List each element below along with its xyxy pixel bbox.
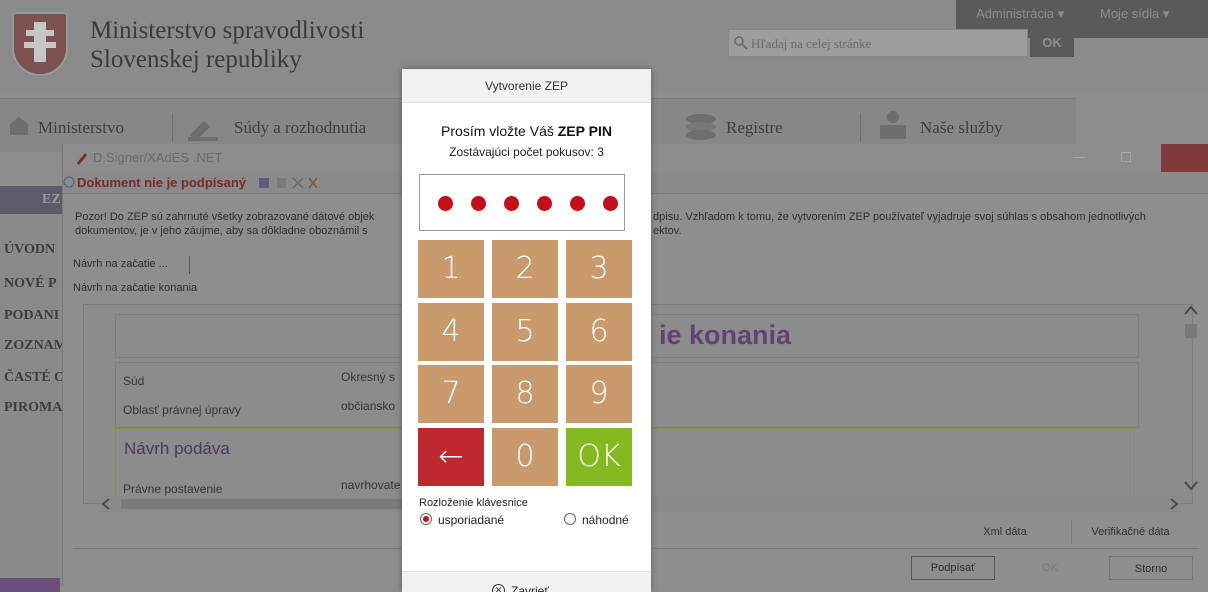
notice-text: ektov. <box>653 225 682 237</box>
backspace-key[interactable]: ← <box>418 428 484 486</box>
left-menu-item[interactable]: ČASTÉ O <box>4 370 65 386</box>
left-menu-item[interactable]: PIROMA <box>4 400 62 416</box>
ez-box: EZ <box>0 186 62 214</box>
key-2[interactable]: 2 <box>492 240 558 298</box>
close-window-button[interactable] <box>1161 144 1208 172</box>
maximize-icon[interactable] <box>1121 152 1131 162</box>
site-title[interactable]: Ministerstvo spravodlivosti Slovenskej r… <box>90 16 364 74</box>
site-title-line1: Ministerstvo spravodlivosti <box>90 17 365 44</box>
dialog-title: Vytvorenie ZEP <box>402 69 651 103</box>
pin-dot <box>537 196 552 211</box>
key-9[interactable]: 9 <box>566 365 632 423</box>
key-5[interactable]: 5 <box>492 303 558 361</box>
coat-of-arms-icon <box>12 12 68 76</box>
minimize-icon[interactable] <box>1073 157 1085 158</box>
key-7[interactable]: 7 <box>418 365 484 423</box>
document-tab[interactable]: Návrh na začatie ... <box>73 258 168 270</box>
keyboard-layout-label: Rozloženie klávesnice <box>419 497 528 509</box>
home-icon <box>10 117 28 135</box>
site-left-menu: ÚVODN NOVÉ P PODANI ZOZNAM ČASTÉ O PIROM… <box>0 186 67 586</box>
signer-window-title: D.Signer/XAdES .NET <box>93 150 223 165</box>
books-icon <box>686 114 716 140</box>
info-icon <box>63 176 75 188</box>
vertical-scrollbar[interactable] <box>1179 284 1203 514</box>
site-title-line2: Slovenskej republiky <box>90 46 302 73</box>
pin-prompt: Prosím vložte Váš ZEP PIN <box>402 123 651 139</box>
my-sites-menu[interactable]: Moje sídla ▾ <box>1100 6 1169 22</box>
pin-dot <box>471 196 486 211</box>
key-6[interactable]: 6 <box>566 303 632 361</box>
xml-data-button[interactable]: Xml dáta <box>967 520 1043 544</box>
radio-random[interactable] <box>564 513 576 525</box>
pin-prompt-bold: ZEP PIN <box>557 123 612 139</box>
key-8[interactable]: 8 <box>492 365 558 423</box>
admin-menu[interactable]: Administrácia ▾ <box>976 6 1064 22</box>
key-3[interactable]: 3 <box>566 240 632 298</box>
nav-registre[interactable]: Registre <box>726 118 783 138</box>
pin-dot <box>570 196 585 211</box>
nav-sluzby[interactable]: Naše služby <box>920 118 1003 138</box>
scroll-up-icon[interactable] <box>1183 304 1199 316</box>
pin-prompt-text: Prosím vložte Váš <box>441 123 558 139</box>
ez-label: EZ <box>42 192 61 207</box>
signature-status: Dokument nie je podpísaný <box>77 175 247 190</box>
field-value: navrhovate <box>341 478 401 492</box>
left-menu-item[interactable]: NOVÉ P <box>4 276 57 292</box>
services-icon <box>880 111 906 139</box>
pin-input[interactable] <box>419 174 625 231</box>
scroll-left-icon[interactable] <box>101 498 111 510</box>
search-placeholder: Hľadaj na celej stránke <box>751 36 872 51</box>
key-4[interactable]: 4 <box>418 303 484 361</box>
pin-dot <box>438 196 453 211</box>
radio-random-label[interactable]: náhodné <box>582 513 629 527</box>
document-heading: ie konania <box>659 320 792 350</box>
left-menu-item[interactable]: ÚVODN <box>4 242 55 258</box>
field-value: Okresný s <box>341 370 396 384</box>
radio-ordered-label[interactable]: usporiadané <box>438 513 504 527</box>
radio-ordered[interactable] <box>420 513 432 525</box>
field-label: Oblasť právnej úpravy <box>123 403 241 417</box>
notice-text: dokumentov, je v jeho záujme, aby sa dôk… <box>75 225 368 237</box>
field-value: občiansko <box>341 399 396 413</box>
sign-button[interactable]: Podpísať <box>911 556 995 580</box>
toolbar-icons[interactable] <box>259 176 319 190</box>
search-input[interactable]: Hľadaj na celej stránke <box>728 29 1028 57</box>
search-button[interactable]: OK <box>1030 29 1074 57</box>
dialog-footer[interactable]: ✕ Zavrieť <box>402 571 651 592</box>
close-button[interactable]: Zavrieť <box>511 584 549 592</box>
notice-text: Pozor! Do ZEP sú zahrnuté všetky zobrazo… <box>75 211 375 223</box>
section-heading: Návrh podáva <box>124 439 230 458</box>
nav-ministerstvo[interactable]: Ministerstvo <box>38 118 124 138</box>
search-icon <box>734 36 748 50</box>
left-menu-item[interactable]: PODANI <box>4 308 59 324</box>
zep-pin-dialog: Vytvorenie ZEP Prosím vložte Váš ZEP PIN… <box>402 69 651 592</box>
ok-button[interactable]: OK <box>1009 556 1091 580</box>
notice-text: dpisu. Vzhľadom k tomu, že vytvorením ZE… <box>653 211 1146 223</box>
key-1[interactable]: 1 <box>418 240 484 298</box>
document-tab-title: Návrh na začatie konania <box>73 282 198 294</box>
key-0[interactable]: 0 <box>492 428 558 486</box>
footer-strip <box>0 578 60 592</box>
pen-icon <box>77 153 87 165</box>
scroll-down-icon[interactable] <box>1183 480 1199 492</box>
attempts-remaining: Zostávajúci počet pokusov: 3 <box>449 145 604 159</box>
verification-data-button[interactable]: Verifikačné dáta <box>1071 520 1189 544</box>
close-icon[interactable]: ✕ <box>492 584 505 592</box>
nav-sudy[interactable]: Súdy a rozhodnutia <box>234 118 366 138</box>
left-menu-item[interactable]: ZOZNAM <box>4 338 67 354</box>
pin-dot <box>504 196 519 211</box>
ok-key[interactable]: OK <box>566 428 632 486</box>
cancel-button[interactable]: Storno <box>1109 556 1193 580</box>
field-label: Právne postavenie <box>123 482 223 496</box>
gavel-icon <box>188 121 218 141</box>
scroll-right-icon[interactable] <box>1169 498 1179 510</box>
field-label: Súd <box>123 374 145 388</box>
pin-dot <box>603 196 618 211</box>
